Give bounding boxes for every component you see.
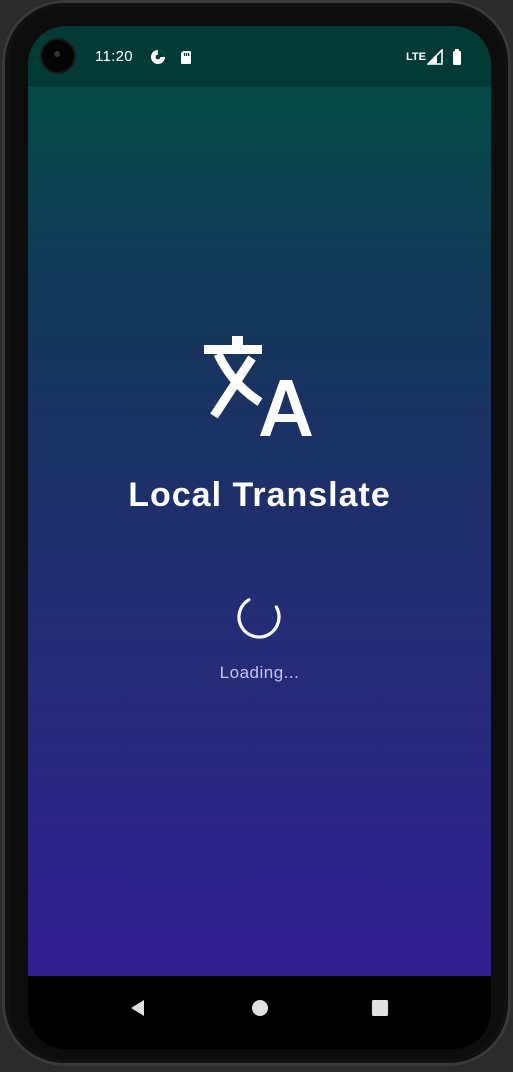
front-camera <box>42 40 74 72</box>
phone-screen: 11:20 LTE Local Translate Loading... <box>28 26 491 1049</box>
battery-icon <box>449 49 465 65</box>
navigation-bar <box>28 976 491 1049</box>
loading-text: Loading... <box>219 663 300 682</box>
splash-screen: Local Translate Loading... <box>28 87 491 976</box>
sd-card-icon <box>178 49 194 65</box>
network-type-label: LTE <box>406 51 426 63</box>
signal-icon <box>427 49 443 65</box>
app-title: Local Translate <box>128 476 391 514</box>
data-saver-icon <box>150 49 166 65</box>
back-icon[interactable] <box>126 996 150 1020</box>
home-icon[interactable] <box>248 996 272 1020</box>
phone-frame: 11:20 LTE Local Translate Loading... <box>2 0 511 1066</box>
loading-spinner <box>234 592 284 642</box>
translate-icon <box>204 336 316 436</box>
recents-icon[interactable] <box>368 996 392 1020</box>
status-bar: 11:20 LTE <box>28 26 491 87</box>
device-canvas: 11:20 LTE Local Translate Loading... <box>0 0 513 1072</box>
status-time: 11:20 <box>95 48 133 65</box>
